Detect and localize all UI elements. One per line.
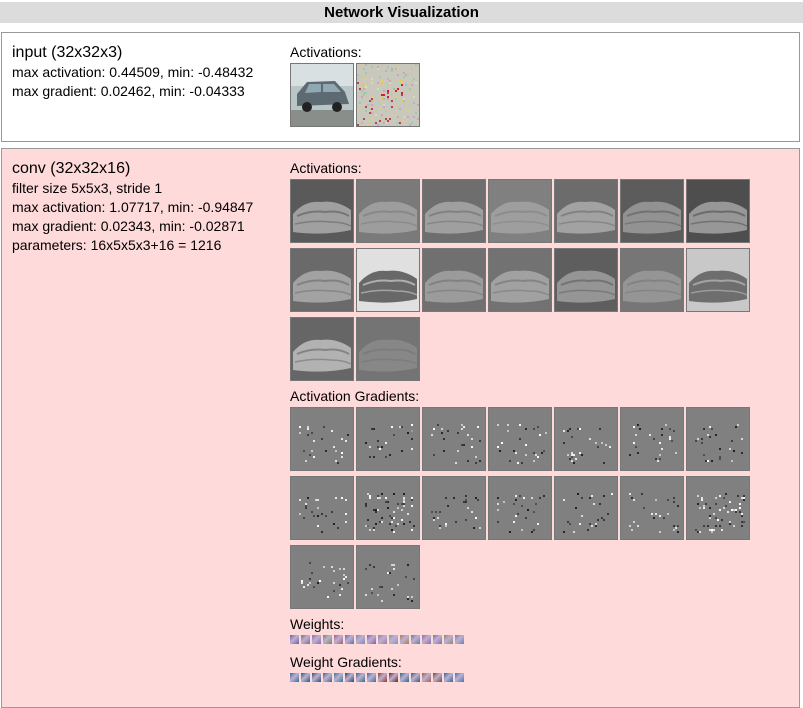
- layer-info: input (32x32x3) max activation: 0.44509,…: [12, 43, 287, 101]
- max-activation-text: max activation: 1.07717, min: -0.94847: [12, 199, 254, 215]
- conv-weights: Weights:: [290, 615, 464, 644]
- weight-gradient-thumbnail: [367, 673, 376, 682]
- max-gradient-text: max gradient: 0.02462, min: -0.04333: [12, 83, 245, 99]
- weight-thumbnail: [290, 635, 299, 644]
- parameters-text: parameters: 16x5x5x3+16 = 1216: [12, 237, 222, 253]
- activation-gradient-thumbnail: [620, 476, 684, 540]
- activation-gradient-thumbnail: [686, 476, 750, 540]
- layer-name: input (32x32x3): [12, 44, 123, 61]
- layer-conv: conv (32x32x16) filter size 5x5x3, strid…: [1, 148, 800, 708]
- weight-thumbnail: [389, 635, 398, 644]
- weight-thumbnail: [323, 635, 332, 644]
- weight-gradient-thumbnail: [455, 673, 464, 682]
- weight-thumbnail: [312, 635, 321, 644]
- weight-gradient-thumbnail: [312, 673, 321, 682]
- weight-thumbnail: [433, 635, 442, 644]
- weight-gradient-thumbnail: [378, 673, 387, 682]
- weight-thumbnail: [422, 635, 431, 644]
- weight-gradient-thumbnail: [400, 673, 409, 682]
- activation-gradient-thumbnail: [290, 545, 354, 609]
- weight-gradient-thumbnail: [422, 673, 431, 682]
- weight-gradients-label: Weight Gradients:: [290, 654, 402, 670]
- activation-gradient-thumbnail: [356, 545, 420, 609]
- activation-gradient-thumbnail: [554, 407, 618, 471]
- max-gradient-text: max gradient: 0.02343, min: -0.02871: [12, 218, 245, 234]
- activation-map-thumbnail: [554, 248, 618, 312]
- layer-info: conv (32x32x16) filter size 5x5x3, strid…: [12, 159, 287, 255]
- activation-map-thumbnail: [488, 248, 552, 312]
- activation-map-thumbnail: [290, 179, 354, 243]
- gradient-noise-thumbnail: [356, 63, 420, 127]
- weight-thumbnail: [367, 635, 376, 644]
- activations-label: Activations:: [290, 160, 362, 176]
- activation-map-thumbnail: [422, 248, 486, 312]
- activation-gradient-thumbnail: [290, 476, 354, 540]
- conv-activations: Activations:: [290, 159, 760, 381]
- filter-text: filter size 5x5x3, stride 1: [12, 180, 163, 196]
- activation-map-thumbnail: [422, 179, 486, 243]
- activation-map-thumbnail: [290, 248, 354, 312]
- max-activation-text: max activation: 0.44509, min: -0.48432: [12, 64, 254, 80]
- weight-thumbnail: [455, 635, 464, 644]
- weight-gradient-thumbnail: [433, 673, 442, 682]
- weight-thumbnail: [444, 635, 453, 644]
- activation-map-thumbnail: [356, 248, 420, 312]
- input-activations: Activations:: [290, 43, 760, 127]
- weight-gradient-thumbnail: [323, 673, 332, 682]
- page-title: Network Visualization: [0, 2, 803, 23]
- activation-map-thumbnail: [620, 248, 684, 312]
- activation-map-thumbnail: [620, 179, 684, 243]
- activation-map-thumbnail: [356, 317, 420, 381]
- activation-gradient-thumbnail: [620, 407, 684, 471]
- conv-weight-gradients: Weight Gradients:: [290, 653, 464, 682]
- layer-name: conv (32x32x16): [12, 160, 131, 177]
- weight-thumbnail: [345, 635, 354, 644]
- car-photo-thumbnail: [290, 63, 354, 127]
- weight-gradient-thumbnail: [389, 673, 398, 682]
- weight-thumbnail: [400, 635, 409, 644]
- activation-gradient-thumbnail: [356, 407, 420, 471]
- activation-gradient-thumbnail: [422, 407, 486, 471]
- activation-gradient-thumbnail: [290, 407, 354, 471]
- weight-gradient-thumbnail: [290, 673, 299, 682]
- activation-gradient-thumbnail: [554, 476, 618, 540]
- weight-gradient-thumbnail: [345, 673, 354, 682]
- activation-map-thumbnail: [290, 317, 354, 381]
- weight-thumbnail: [301, 635, 310, 644]
- activation-gradient-thumbnail: [422, 476, 486, 540]
- activation-map-thumbnail: [686, 248, 750, 312]
- weight-thumbnail: [378, 635, 387, 644]
- weight-gradient-thumbnail: [356, 673, 365, 682]
- weight-gradient-thumbnail: [411, 673, 420, 682]
- activation-map-thumbnail: [356, 179, 420, 243]
- layer-input: input (32x32x3) max activation: 0.44509,…: [1, 32, 800, 142]
- activation-gradient-thumbnail: [488, 407, 552, 471]
- activation-gradient-thumbnail: [356, 476, 420, 540]
- weight-gradient-thumbnail: [444, 673, 453, 682]
- activation-map-thumbnail: [488, 179, 552, 243]
- weight-thumbnail: [334, 635, 343, 644]
- activation-gradients-label: Activation Gradients:: [290, 388, 420, 404]
- weight-thumbnail: [411, 635, 420, 644]
- conv-activation-gradients: Activation Gradients:: [290, 387, 760, 609]
- activation-map-thumbnail: [554, 179, 618, 243]
- weight-gradient-thumbnail: [334, 673, 343, 682]
- activations-label: Activations:: [290, 44, 362, 60]
- activation-gradient-thumbnail: [488, 476, 552, 540]
- weight-thumbnail: [356, 635, 365, 644]
- activation-gradient-thumbnail: [686, 407, 750, 471]
- activation-map-thumbnail: [686, 179, 750, 243]
- weights-label: Weights:: [290, 616, 345, 632]
- weight-gradient-thumbnail: [301, 673, 310, 682]
